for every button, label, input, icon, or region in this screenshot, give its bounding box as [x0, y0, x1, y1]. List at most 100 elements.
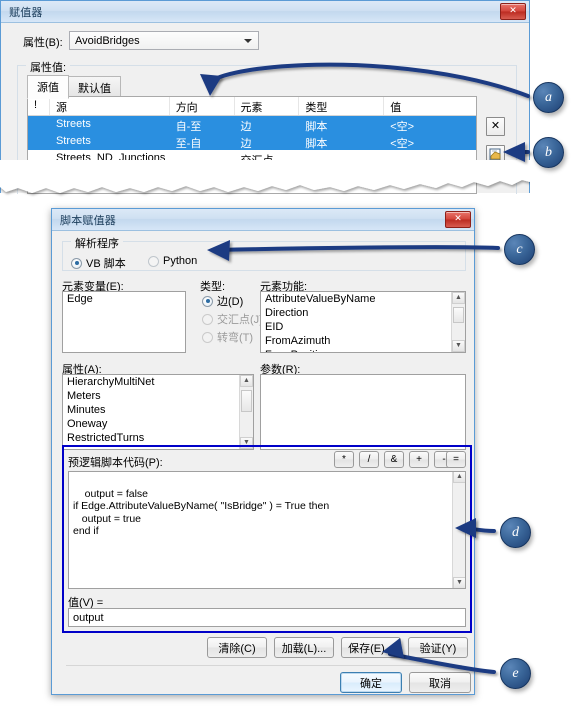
list-item[interactable]: HierarchyMultiNet [63, 375, 253, 389]
cell-flag [28, 133, 50, 150]
footer-divider [66, 665, 462, 666]
close-icon[interactable]: ✕ [445, 211, 471, 228]
scrollbar-vertical[interactable]: ▲ ▼ [239, 375, 253, 449]
clear-button[interactable]: 清除(C) [207, 637, 267, 658]
cell-source: Turns [55, 169, 84, 181]
cell-flag [28, 167, 50, 184]
list-item[interactable]: Edge [63, 292, 185, 306]
cell-flag [28, 116, 50, 133]
cell-value [384, 167, 476, 184]
radio-dot-icon [202, 331, 213, 343]
evaluator-dialog: 赋值器 ✕ 属性(B): AvoidBridges 属性值: 源值 默认值 ! … [0, 0, 530, 194]
scrollbar-thumb[interactable] [453, 307, 464, 323]
parameters-listbox[interactable] [260, 374, 466, 450]
tab-source-values[interactable]: 源值 [27, 75, 69, 99]
save-button[interactable]: 保存(E)... [341, 637, 401, 658]
evaluator-grid[interactable]: ! 源 方向 元素 类型 值 Streets 自-至 边 脚本 <空> Stre… [27, 96, 477, 194]
callout-e: e [500, 658, 531, 689]
cell-value: <空> [390, 138, 415, 150]
callout-d-label: d [512, 524, 519, 540]
close-icon[interactable]: ✕ [500, 3, 526, 20]
script-title: 脚本赋值器 [60, 214, 116, 227]
table-row[interactable]: Turns 转弯 [28, 167, 476, 184]
list-item[interactable]: Minutes [63, 403, 253, 417]
script-evaluator-dialog: 脚本赋值器 ✕ 解析程序 VB 脚本 Python 元素变量(E): Edge … [51, 208, 475, 695]
delete-button[interactable]: ✕ [486, 117, 505, 136]
list-item[interactable]: Meters [63, 389, 253, 403]
cell-direction: 至-自 [175, 138, 202, 150]
operator-equals-button[interactable]: = [446, 451, 466, 468]
value-input[interactable]: output [68, 608, 466, 627]
radio-vbscript[interactable]: VB 脚本 [71, 255, 126, 271]
cancel-button-label: 取消 [429, 677, 451, 690]
verify-button[interactable]: 验证(Y) [408, 637, 468, 658]
callout-a: a [533, 82, 564, 113]
grid-col-element: 元素 [235, 97, 300, 115]
operator-and-button[interactable]: & [384, 451, 404, 468]
operator-divide-button[interactable]: / [359, 451, 379, 468]
operator-and-label: & [390, 454, 398, 465]
radio-junction-label: 交汇点(J) [217, 314, 263, 326]
list-item[interactable]: EID [261, 320, 465, 334]
type-label: 类型: [200, 281, 226, 293]
attribute-combobox[interactable]: AvoidBridges [69, 31, 259, 50]
attribute-combobox-value: AvoidBridges [75, 34, 140, 47]
list-item[interactable]: Oneway [63, 417, 253, 431]
scroll-down-icon[interactable]: ▼ [452, 340, 465, 352]
ok-button[interactable]: 确定 [340, 672, 402, 693]
chevron-down-icon [244, 38, 252, 43]
attributes-listbox[interactable]: HierarchyMultiNet Meters Minutes Oneway … [62, 374, 254, 450]
callout-c: c [504, 234, 535, 265]
list-item[interactable]: Direction [261, 306, 465, 320]
grid-col-direction: 方向 [170, 97, 235, 115]
script-titlebar: 脚本赋值器 ✕ [52, 209, 474, 231]
table-row[interactable]: Streets 自-至 边 脚本 <空> [28, 116, 476, 133]
list-item[interactable]: FromAzimuth [261, 334, 465, 348]
edit-evaluator-button[interactable] [486, 145, 505, 164]
scroll-up-icon[interactable]: ▲ [452, 292, 465, 304]
operator-plus-button[interactable]: + [409, 451, 429, 468]
radio-edge[interactable]: 边(D) [202, 293, 243, 309]
cancel-button[interactable]: 取消 [409, 672, 471, 693]
callout-b-label: b [545, 144, 552, 160]
list-item[interactable]: AttributeValueByName [261, 292, 465, 306]
scrollbar-vertical[interactable]: ▲ ▼ [452, 472, 465, 588]
close-icon: ✕ [490, 120, 501, 132]
load-button-label: 加载(L)... [281, 642, 327, 655]
prelogic-code-text: output = false if Edge.AttributeValueByN… [73, 487, 330, 538]
table-row[interactable]: Streets_ND_Junctions 交汇点 [28, 150, 476, 167]
operator-divide-label: / [367, 454, 371, 465]
radio-dot-icon [202, 295, 213, 307]
attribute-values-group-title: 属性值: [26, 59, 71, 75]
operator-multiply-button[interactable]: * [334, 451, 354, 468]
scroll-up-icon[interactable]: ▲ [453, 472, 465, 483]
list-item[interactable]: RestrictedTurns [63, 431, 253, 445]
grid-col-flag: ! [28, 97, 50, 115]
callout-c-label: c [516, 241, 523, 257]
scrollbar-vertical[interactable]: ▲ ▼ [451, 292, 465, 352]
scrollbar-thumb[interactable] [241, 390, 252, 412]
prelogic-code-editor[interactable]: output = false if Edge.AttributeValueByN… [68, 471, 466, 589]
value-input-text: output [73, 611, 104, 624]
table-row[interactable]: Streets 至-自 边 脚本 <空> [28, 133, 476, 150]
element-variable-listbox[interactable]: Edge [62, 291, 186, 353]
grid-col-source: 源 [50, 97, 170, 115]
load-button[interactable]: 加载(L)... [274, 637, 334, 658]
list-item[interactable]: FromPosition [261, 348, 465, 352]
element-functions-listbox[interactable]: AttributeValueByName Direction EID FromA… [260, 291, 466, 353]
scroll-up-icon[interactable]: ▲ [240, 375, 253, 387]
grid-col-type: 类型 [299, 97, 385, 115]
callout-d: d [500, 517, 531, 548]
radio-vbscript-label: VB 脚本 [86, 258, 126, 270]
scroll-down-icon[interactable]: ▼ [453, 577, 465, 588]
operator-equals-label: = [453, 454, 459, 465]
cell-type: 脚本 [305, 138, 328, 150]
scroll-down-icon[interactable]: ▼ [240, 437, 253, 449]
grid-col-value: 值 [390, 102, 402, 114]
prelogic-label: 预逻辑脚本代码(P): [68, 457, 163, 469]
parser-group-title: 解析程序 [71, 235, 123, 251]
cell-value [384, 150, 476, 167]
radio-python[interactable]: Python [148, 255, 197, 267]
radio-dot-icon [148, 255, 159, 267]
cell-type [299, 167, 384, 184]
